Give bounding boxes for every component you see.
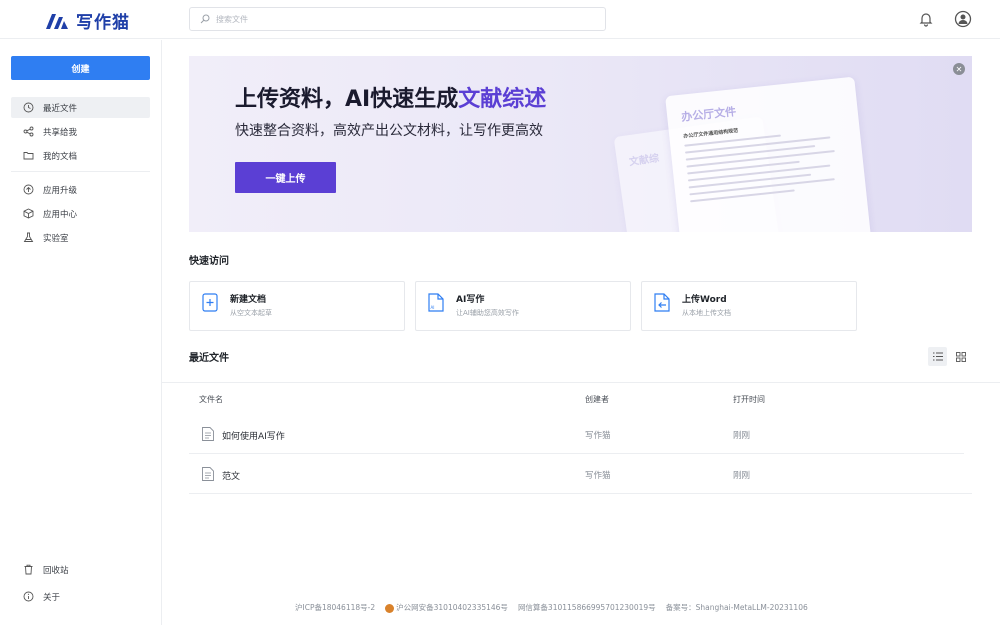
grid-view-icon[interactable] <box>951 347 970 366</box>
sidebar-item-label: 应用中心 <box>43 209 78 220</box>
sidebar-item-label: 回收站 <box>43 565 69 576</box>
file-creator: 写作猫 <box>585 431 611 441</box>
create-button[interactable]: 创建 <box>11 56 150 80</box>
icp-link[interactable]: 沪ICP备18046118号-2 <box>295 602 375 613</box>
app-logo[interactable]: 写作猫 <box>44 8 130 33</box>
file-name: 如何使用AI写作 <box>222 432 285 442</box>
police-badge-icon <box>385 603 395 613</box>
upgrade-icon <box>23 184 34 195</box>
search-input[interactable] <box>216 14 576 24</box>
algorithm-record: 网信算备310115866995701230019号 <box>517 603 656 612</box>
info-icon <box>23 591 34 602</box>
file-open-time: 刚刚 <box>733 471 751 481</box>
sidebar-item-lab[interactable]: 实验室 <box>11 227 150 248</box>
sidebar-item-label: 关于 <box>43 592 61 603</box>
one-click-upload-button[interactable]: 一键上传 <box>235 162 336 193</box>
quick-access-name: AI写作 <box>456 295 485 305</box>
quick-access-upload-word[interactable]: 上传Word 从本地上传文档 <box>641 281 857 331</box>
top-header: 写作猫 <box>0 0 1000 39</box>
svg-text:AI: AI <box>431 305 435 310</box>
sidebar-item-label: 我的文档 <box>43 151 78 162</box>
upload-doc-icon <box>654 293 670 312</box>
quick-access-desc: 让AI辅助您高效写作 <box>456 309 519 317</box>
sidebar-item-trash[interactable]: 回收站 <box>11 559 150 580</box>
recent-files-title: 最近文件 <box>189 353 229 364</box>
sidebar-item-shared[interactable]: 共享给我 <box>11 121 150 142</box>
banner-title: 上传资料，AI快速生成文献综述 <box>235 81 546 113</box>
footer: 沪ICP备18046118号-2 沪公网安备31010402335146号 网信… <box>295 602 808 613</box>
banner-doc-back-title: 文献综 <box>628 153 660 169</box>
sidebar-item-label: 最近文件 <box>43 103 78 114</box>
banner-close-icon[interactable]: ✕ <box>953 63 965 75</box>
model-record: 备案号：Shanghai-MetaLLM-20231106 <box>665 603 808 612</box>
sidebar-item-about[interactable]: 关于 <box>11 586 150 607</box>
list-view-icon[interactable] <box>928 347 947 366</box>
table-divider <box>162 382 1000 383</box>
sidebar: 创建 最近文件 共享给我 我的文档 应用升级 应用中心 实验室 回收站 关于 <box>0 40 162 625</box>
police-record[interactable]: 沪公网安备31010402335146号 <box>385 602 508 613</box>
ai-doc-icon: AI <box>428 293 444 312</box>
quick-access-ai-writing[interactable]: AI AI写作 让AI辅助您高效写作 <box>415 281 631 331</box>
sidebar-nav-bottom: 回收站 关于 <box>11 559 150 610</box>
user-avatar-icon[interactable] <box>954 10 972 28</box>
cube-icon <box>23 208 34 219</box>
quick-access-desc: 从空文本起草 <box>230 309 272 317</box>
banner-doc-illustration: 办公厅文件 办公厅文件通用结构规范 <box>665 76 873 232</box>
sidebar-item-upgrade[interactable]: 应用升级 <box>11 179 150 200</box>
quick-access-name: 上传Word <box>682 295 727 305</box>
search-icon <box>200 14 210 24</box>
banner-title-main: 上传资料，AI快速生成 <box>235 87 459 112</box>
bell-icon[interactable] <box>917 10 935 28</box>
quick-access-new-doc[interactable]: 新建文档 从空文本起草 <box>189 281 405 331</box>
quick-access-name: 新建文档 <box>230 295 267 305</box>
grid-icon <box>955 351 966 362</box>
file-icon <box>202 427 214 441</box>
flask-icon <box>23 232 34 242</box>
trash-icon <box>24 564 33 575</box>
new-doc-icon <box>202 293 218 312</box>
sidebar-item-recent[interactable]: 最近文件 <box>11 97 150 118</box>
police-record-text: 沪公网安备31010402335146号 <box>396 603 508 612</box>
promo-banner: 文献综 办公厅文件 办公厅文件通用结构规范 上传资料，AI快速生成文献综述 快速… <box>189 56 972 232</box>
sidebar-nav-main: 最近文件 共享给我 我的文档 <box>11 97 150 179</box>
sidebar-divider <box>11 171 150 172</box>
file-creator: 写作猫 <box>585 471 611 481</box>
logo-text: 写作猫 <box>76 13 130 33</box>
sidebar-item-app-center[interactable]: 应用中心 <box>11 203 150 224</box>
sidebar-item-my-docs[interactable]: 我的文档 <box>11 145 150 166</box>
file-open-time: 刚刚 <box>733 431 751 441</box>
folder-icon <box>23 152 34 160</box>
file-icon <box>202 467 214 481</box>
quick-access-title: 快速访问 <box>189 256 229 267</box>
sidebar-item-label: 应用升级 <box>43 185 78 196</box>
table-row[interactable]: 范文 写作猫 刚刚 <box>189 454 972 494</box>
sidebar-item-label: 共享给我 <box>43 127 78 138</box>
search-box[interactable] <box>189 7 606 31</box>
quick-access-desc: 从本地上传文档 <box>682 309 731 317</box>
clock-icon <box>23 102 34 113</box>
share-icon <box>23 126 34 137</box>
column-header-time[interactable]: 打开时间 <box>733 394 765 405</box>
file-name: 范文 <box>222 472 241 482</box>
sidebar-item-label: 实验室 <box>43 233 69 244</box>
banner-title-highlight: 文献综述 <box>458 87 547 112</box>
banner-subtitle: 快速整合资料，高效产出公文材料，让写作更高效 <box>235 123 543 139</box>
table-row[interactable]: 如何使用AI写作 写作猫 刚刚 <box>189 414 964 454</box>
column-header-name[interactable]: 文件名 <box>199 394 223 405</box>
sidebar-nav-apps: 应用升级 应用中心 实验室 <box>11 179 150 251</box>
list-icon <box>932 352 943 361</box>
column-header-creator[interactable]: 创建者 <box>585 394 609 405</box>
logo-mark-icon <box>46 13 68 29</box>
